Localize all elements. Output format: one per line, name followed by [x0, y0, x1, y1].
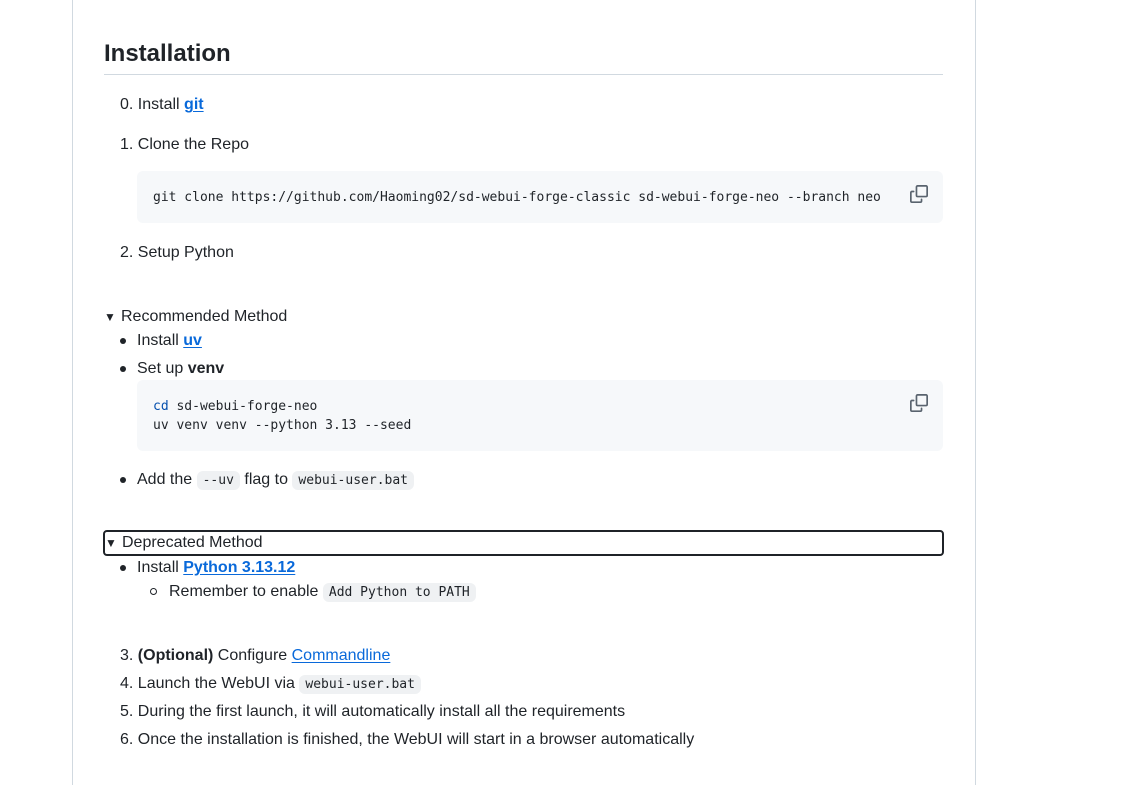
step-number: 6.: [120, 731, 134, 748]
step-6: 6. Once the installation is finished, th…: [120, 728, 694, 752]
python-link[interactable]: Python 3.13.12: [183, 559, 295, 576]
step-text: Setup Python: [137, 244, 234, 261]
step-number: 2.: [120, 244, 134, 261]
bullet-icon: [120, 565, 126, 571]
summary-label: Deprecated Method: [122, 534, 263, 551]
uv-link[interactable]: uv: [183, 332, 202, 349]
commandline-link[interactable]: Commandline: [292, 647, 391, 664]
webui-user-bat-code: webui-user.bat: [292, 471, 414, 490]
venv-bold: venv: [187, 360, 225, 377]
bullet-icon: [120, 338, 126, 344]
code-line-1: cd sd-webui-forge-neo: [153, 397, 317, 416]
heading-divider: [104, 74, 943, 75]
step-text: Launch the WebUI via: [137, 675, 295, 692]
step-text: Clone the Repo: [137, 136, 249, 153]
triangle-down-icon: ▼: [105, 536, 117, 550]
copy-icon: [910, 394, 928, 412]
setup-venv-item: Set up venv: [137, 357, 224, 381]
optional-bold: (Optional): [137, 647, 214, 664]
install-uv-item: Install uv: [137, 329, 202, 353]
code-line: git clone https://github.com/Haoming02/s…: [153, 190, 881, 205]
git-link[interactable]: git: [184, 96, 204, 113]
summary-label: Recommended Method: [121, 308, 288, 325]
code-line-1-rest: sd-webui-forge-neo: [168, 399, 318, 414]
add-uv-flag-item: Add the --uv flag to webui-user.bat: [137, 468, 414, 493]
item-text: Set up: [137, 360, 184, 377]
item-text-mid: flag to: [244, 471, 288, 488]
code-line-2: uv venv venv --python 3.13 --seed: [153, 418, 412, 433]
copy-button[interactable]: [908, 392, 930, 414]
step-number: 5.: [120, 703, 134, 720]
bullet-icon: [120, 366, 126, 372]
copy-icon: [910, 185, 928, 203]
clone-code-block: git clone https://github.com/Haoming02/s…: [137, 171, 943, 223]
step-3: 3. (Optional) Configure Commandline: [120, 644, 390, 668]
item-text: Install: [137, 332, 179, 349]
install-python-item: Install Python 3.13.12: [137, 556, 295, 580]
step-number: 4.: [120, 675, 134, 692]
venv-code-block: cd sd-webui-forge-neo uv venv venv --pyt…: [137, 380, 943, 451]
step-0: 0. Install git: [120, 93, 204, 117]
step-text: During the first launch, it will automat…: [137, 703, 626, 720]
uv-flag-code: --uv: [196, 471, 240, 490]
copy-button[interactable]: [908, 183, 930, 205]
step-5: 5. During the first launch, it will auto…: [120, 700, 625, 724]
cd-keyword: cd: [153, 399, 169, 414]
step-text: Configure: [217, 647, 288, 664]
step-number: 0.: [120, 96, 134, 113]
bullet-icon: [120, 477, 126, 483]
item-text: Install: [137, 559, 179, 576]
section-heading: Installation: [104, 40, 231, 67]
webui-user-bat-code: webui-user.bat: [299, 675, 421, 694]
step-number: 3.: [120, 647, 134, 664]
step-text: Once the installation is finished, the W…: [137, 731, 695, 748]
deprecated-method-summary[interactable]: ▼ Deprecated Method: [103, 530, 944, 556]
circle-bullet-icon: [150, 588, 157, 595]
step-4: 4. Launch the WebUI via webui-user.bat: [120, 672, 421, 697]
add-python-path-code: Add Python to PATH: [322, 583, 476, 602]
step-text: Install: [137, 96, 180, 113]
recommended-method-summary[interactable]: ▼ Recommended Method: [104, 305, 287, 329]
item-text: Add the: [137, 471, 193, 488]
step-number: 1.: [120, 136, 134, 153]
remember-path-item: Remember to enable Add Python to PATH: [169, 580, 476, 605]
item-text: Remember to enable: [169, 583, 319, 600]
step-1: 1. Clone the Repo: [120, 133, 249, 157]
triangle-down-icon: ▼: [104, 310, 116, 324]
step-2: 2. Setup Python: [120, 241, 234, 265]
